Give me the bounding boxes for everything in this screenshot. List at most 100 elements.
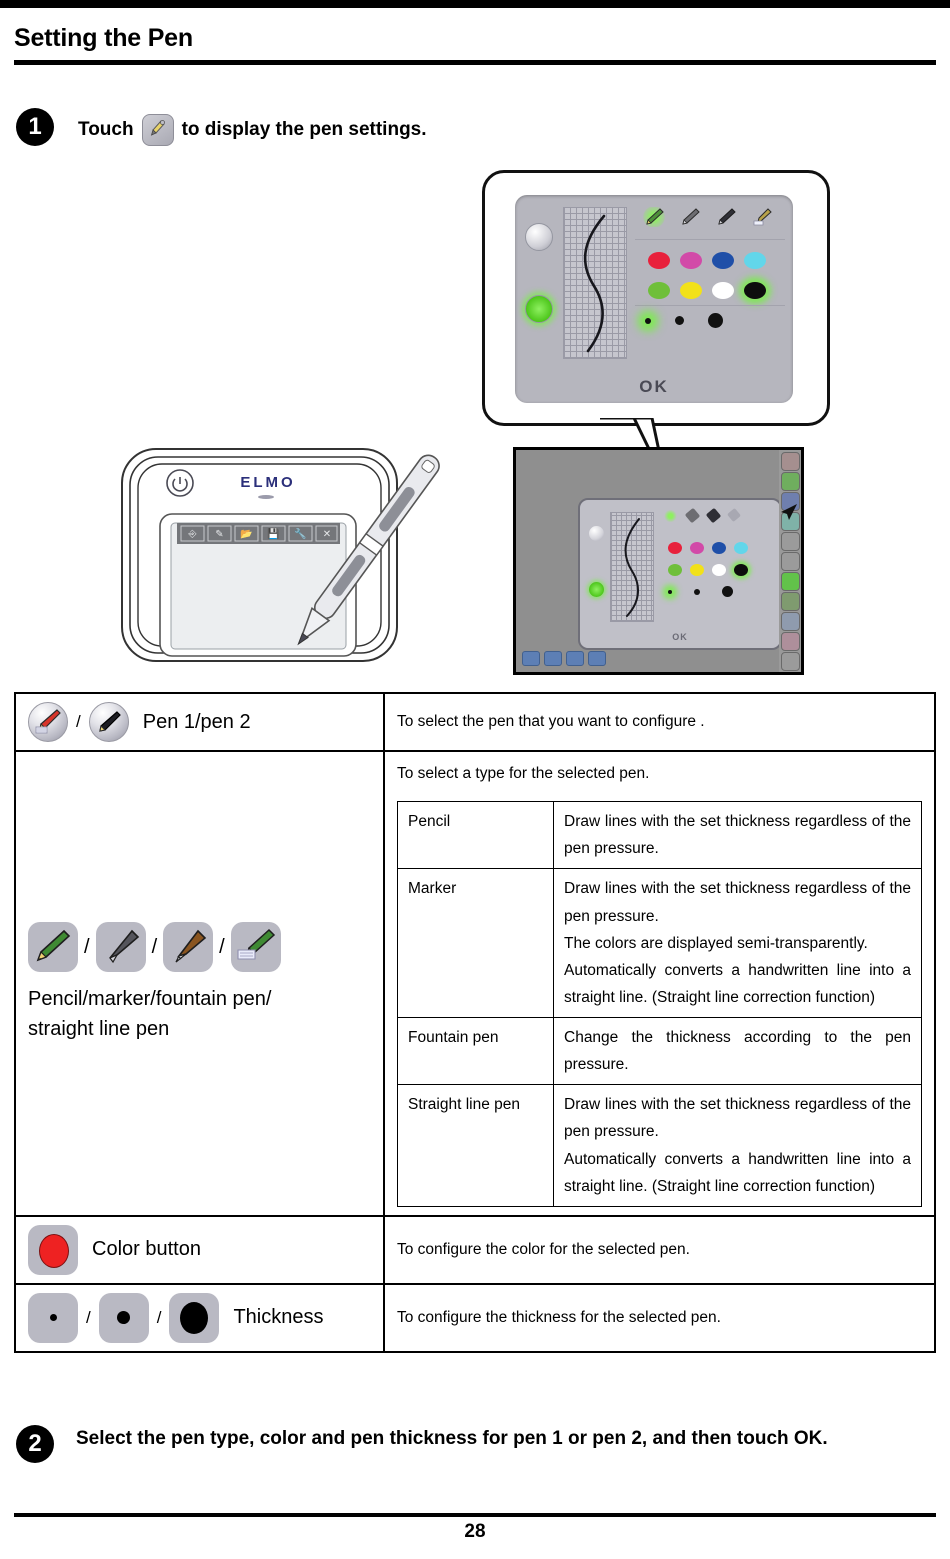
- dialog-pencil-option[interactable]: [643, 207, 665, 227]
- sidebar-icon-11[interactable]: [780, 652, 800, 671]
- pen-1-icon[interactable]: [28, 702, 68, 742]
- step-1-text: Touch to display the pen settings.: [78, 108, 427, 146]
- table-row: Pencil Draw lines with the set thickness…: [397, 801, 922, 870]
- dialog-marker-option[interactable]: [679, 207, 701, 227]
- page-title: Setting the Pen: [14, 24, 193, 52]
- pen-1-selector[interactable]: [525, 223, 553, 251]
- pencil-icon[interactable]: [28, 922, 78, 973]
- step-2: 2 Select the pen type, color and pen thi…: [16, 1425, 936, 1463]
- pen-settings-dialog: OK: [515, 195, 793, 403]
- pen-type-description: To select a type for the selected pen. P…: [383, 750, 936, 1217]
- sidebar-icon-8[interactable]: [780, 592, 800, 611]
- table-row: Fountain pen Change the thickness accord…: [397, 1016, 922, 1086]
- capture-straight-line-pen-option[interactable]: [726, 507, 742, 523]
- pen-type-subtable: Pencil Draw lines with the set thickness…: [397, 801, 922, 1207]
- svg-text:✕: ✕: [323, 529, 331, 540]
- capture-pen-1-selector[interactable]: [589, 526, 604, 541]
- thickness-thin-icon[interactable]: [28, 1292, 78, 1343]
- icon-separator: /: [219, 935, 225, 958]
- taskbar-button-4[interactable]: [588, 651, 606, 666]
- svg-text:ELMO: ELMO: [240, 474, 295, 491]
- pen-type-cell: / / / Pencil/marker/fountain pen/ straig…: [14, 750, 385, 1217]
- icon-separator: /: [84, 935, 90, 958]
- dialog-pen-type-row: [643, 207, 773, 227]
- table-row: Color button To configure the color for …: [14, 1214, 936, 1285]
- sidebar-icon-7[interactable]: [780, 572, 800, 591]
- subtype-name: Marker: [397, 868, 554, 1018]
- dialog-fountain-pen-option[interactable]: [715, 207, 737, 227]
- pen-select-label: Pen 1/pen 2: [142, 710, 251, 733]
- dialog-straight-line-pen-option[interactable]: [751, 207, 773, 227]
- color-button-cell: Color button: [14, 1214, 385, 1285]
- thin-dot: [49, 1314, 57, 1322]
- medium-dot: [117, 1311, 131, 1325]
- capture-pen-settings-dialog: OK: [578, 498, 782, 650]
- thickness-thick-icon[interactable]: [169, 1292, 220, 1343]
- pen-2-icon[interactable]: [88, 702, 129, 742]
- dialog-thickness-thick[interactable]: [708, 313, 723, 328]
- sidebar-icon-5[interactable]: [780, 532, 800, 551]
- sidebar-icon-1[interactable]: [780, 452, 800, 471]
- subtype-name: Straight line pen: [397, 1084, 554, 1207]
- thickness-icons: / / Thickness: [28, 1292, 371, 1343]
- straight-line-pen-icon[interactable]: [230, 922, 281, 973]
- capture-color-cyan[interactable]: [734, 542, 748, 554]
- title-underline: [14, 60, 936, 65]
- thickness-medium-icon[interactable]: [98, 1292, 149, 1343]
- thickness-cell: / / Thickness: [14, 1282, 385, 1353]
- capture-color-magenta[interactable]: [690, 542, 704, 554]
- dialog-color-cyan[interactable]: [744, 252, 766, 269]
- taskbar-button-2[interactable]: [544, 651, 562, 666]
- pen-settings-icon[interactable]: [141, 114, 174, 146]
- capture-fountain-pen-option[interactable]: [705, 507, 722, 524]
- capture-color-white[interactable]: [712, 564, 726, 576]
- capture-pen-2-selector[interactable]: [589, 582, 604, 597]
- dialog-color-red[interactable]: [648, 252, 670, 269]
- color-button-icon[interactable]: [28, 1224, 78, 1275]
- capture-pen-type-row: [664, 507, 742, 524]
- page-number: 28: [464, 1521, 486, 1542]
- sidebar-icon-10[interactable]: [780, 632, 800, 651]
- sidebar-icon-9[interactable]: [780, 612, 800, 631]
- capture-thickness-thick[interactable]: [722, 586, 733, 597]
- dialog-thickness-thin[interactable]: [645, 317, 651, 324]
- dialog-thickness-medium[interactable]: [675, 316, 684, 325]
- subtype-name: Pencil: [397, 801, 554, 870]
- dialog-color-magenta[interactable]: [680, 252, 702, 269]
- capture-thickness-thin[interactable]: [668, 589, 672, 594]
- svg-text:🔧: 🔧: [294, 527, 306, 540]
- capture-color-green[interactable]: [668, 564, 682, 576]
- dialog-color-blue[interactable]: [712, 252, 734, 269]
- fountain-pen-icon[interactable]: [163, 922, 214, 973]
- capture-color-red[interactable]: [668, 542, 682, 554]
- step-2-text: Select the pen type, color and pen thick…: [76, 1428, 828, 1449]
- dialog-separator-2: [635, 305, 785, 306]
- icon-separator: /: [76, 712, 81, 732]
- capture-ok-button[interactable]: OK: [580, 632, 780, 642]
- marker-icon[interactable]: [95, 922, 146, 973]
- pen-2-selector[interactable]: [525, 295, 553, 323]
- capture-marker-option[interactable]: [684, 507, 701, 524]
- subtype-description: Draw lines with the set thickness regard…: [553, 868, 922, 1018]
- color-swatch-red: [39, 1233, 69, 1268]
- dialog-color-yellow[interactable]: [680, 282, 702, 299]
- capture-color-yellow[interactable]: [690, 564, 704, 576]
- capture-color-blue[interactable]: [712, 542, 726, 554]
- dialog-ok-button[interactable]: OK: [515, 377, 793, 397]
- taskbar-button-3[interactable]: [566, 651, 584, 666]
- table-row: / / Thickness To configure the thickness…: [14, 1282, 936, 1353]
- dialog-color-green[interactable]: [648, 282, 670, 299]
- taskbar-button-1[interactable]: [522, 651, 540, 666]
- capture-pencil-option[interactable]: [664, 510, 677, 522]
- subtype-description: Draw lines with the set thickness regard…: [553, 1084, 922, 1207]
- thickness-label: Thickness: [233, 1306, 324, 1329]
- sidebar-icon-2[interactable]: [780, 472, 800, 491]
- sidebar-icon-6[interactable]: [780, 552, 800, 571]
- capture-thickness-medium[interactable]: [694, 588, 700, 595]
- capture-color-black[interactable]: [734, 564, 748, 576]
- dialog-color-white[interactable]: [712, 282, 734, 299]
- dialog-color-black[interactable]: [744, 282, 766, 299]
- step-1-number: 1: [16, 108, 54, 146]
- icon-separator: /: [156, 1307, 162, 1327]
- capture-color-grid: [664, 538, 752, 582]
